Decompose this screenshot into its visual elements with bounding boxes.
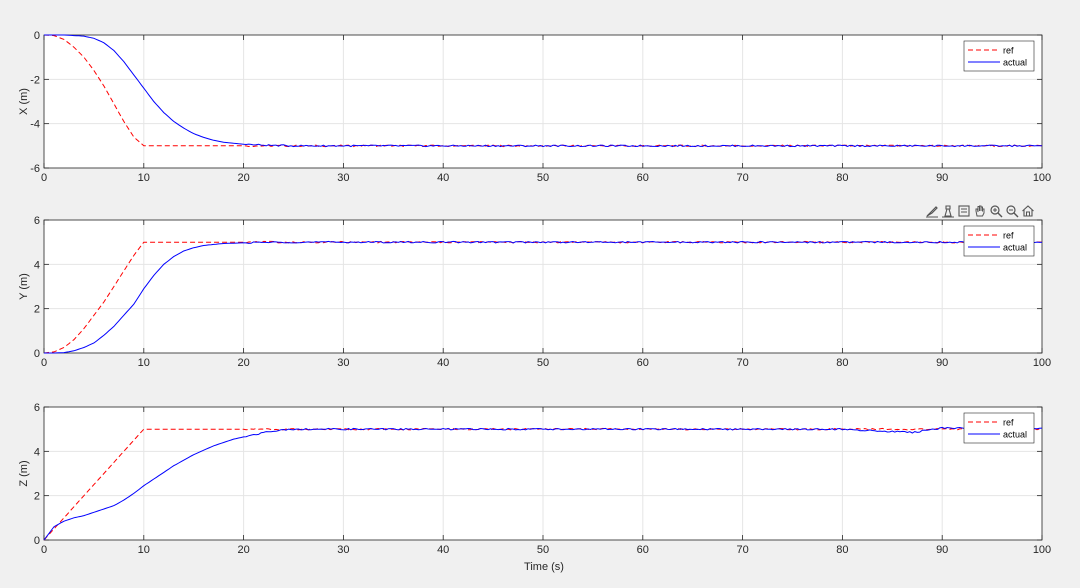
legend-label-actual: actual (1003, 58, 1027, 68)
x-tick-label: 0 (41, 357, 47, 369)
x-tick-label: 50 (537, 172, 549, 184)
y-tick-label: 2 (34, 304, 40, 316)
x-tick-label: 60 (637, 544, 649, 556)
x-tick-label: 30 (337, 357, 349, 369)
y-tick-label: 6 (34, 402, 40, 414)
x-tick-label: 60 (637, 357, 649, 369)
y-tick-label: 0 (34, 348, 40, 360)
y-tick-label: -4 (30, 119, 40, 131)
x-tick-label: 30 (337, 172, 349, 184)
x-tick-label: 70 (736, 357, 748, 369)
y-axis-label: X (m) (18, 88, 30, 115)
x-tick-label: 70 (736, 172, 748, 184)
legend[interactable]: ref actual (963, 225, 1035, 257)
x-tick-label: 90 (936, 544, 948, 556)
x-tick-label: 90 (936, 172, 948, 184)
x-tick-label: 20 (237, 172, 249, 184)
axes-toolbar (924, 202, 1035, 220)
zoom-out-icon[interactable] (1004, 202, 1019, 219)
home-icon[interactable] (1020, 202, 1035, 219)
x-tick-label: 50 (537, 544, 549, 556)
legend-label-actual: actual (1003, 243, 1027, 253)
x-axis-label: Time (s) (524, 561, 564, 573)
x-tick-label: 80 (836, 544, 848, 556)
x-tick-label: 30 (337, 544, 349, 556)
legend-label-ref: ref (1003, 231, 1014, 241)
y-tick-label: 6 (34, 215, 40, 227)
x-tick-label: 100 (1033, 172, 1051, 184)
y-tick-label: 0 (34, 535, 40, 547)
x-tick-label: 10 (138, 357, 150, 369)
x-tick-label: 40 (437, 544, 449, 556)
legend-label-ref: ref (1003, 46, 1014, 56)
x-tick-label: 0 (41, 172, 47, 184)
x-tick-label: 10 (138, 172, 150, 184)
z-position-axes[interactable]: 0 10 20 30 40 50 60 70 80 90 100 0 2 4 6 Z (m) ref actual (18, 402, 1051, 556)
datacursor-icon[interactable] (956, 202, 971, 219)
x-tick-label: 100 (1033, 357, 1051, 369)
x-tick-label: 50 (537, 357, 549, 369)
x-tick-label: 20 (237, 357, 249, 369)
x-tick-label: 0 (41, 544, 47, 556)
y-tick-label: 0 (34, 30, 40, 42)
legend[interactable]: ref actual (963, 412, 1035, 444)
brush-icon[interactable] (924, 202, 939, 219)
y-tick-label: 2 (34, 491, 40, 503)
x-position-axes[interactable]: 0 10 20 30 40 50 60 70 80 90 100 -6 -4 -2 0 X (m) ref act… (18, 30, 1051, 184)
legend-label-ref: ref (1003, 418, 1014, 428)
y-tick-label: -6 (30, 163, 40, 175)
x-tick-label: 90 (936, 357, 948, 369)
x-tick-label: 60 (637, 172, 649, 184)
x-tick-label: 20 (237, 544, 249, 556)
y-tick-label: 4 (34, 259, 40, 271)
x-tick-label: 70 (736, 544, 748, 556)
y-tick-label: 4 (34, 446, 40, 458)
y-axis-label: Z (m) (18, 460, 30, 486)
x-tick-label: 40 (437, 172, 449, 184)
legend[interactable]: ref actual (963, 40, 1035, 72)
x-tick-label: 100 (1033, 544, 1051, 556)
data-tips-icon[interactable] (940, 202, 955, 219)
figure-canvas: 0 10 20 30 40 50 60 70 80 90 100-6-4-20X (m)refact… (18, 30, 1051, 573)
y-tick-label: -2 (30, 74, 40, 86)
x-tick-label: 10 (138, 544, 150, 556)
pan-hand-icon[interactable] (972, 202, 987, 219)
legend-label-actual: actual (1003, 430, 1027, 440)
y-axis-label: Y (m) (18, 273, 30, 300)
x-tick-label: 40 (437, 357, 449, 369)
zoom-in-icon[interactable] (988, 202, 1003, 219)
x-tick-label: 80 (836, 357, 848, 369)
x-tick-label: 80 (836, 172, 848, 184)
y-position-axes[interactable]: 0 10 20 30 40 50 60 70 80 90 100 0 2 4 6 Y (m) ref actual (18, 215, 1051, 369)
